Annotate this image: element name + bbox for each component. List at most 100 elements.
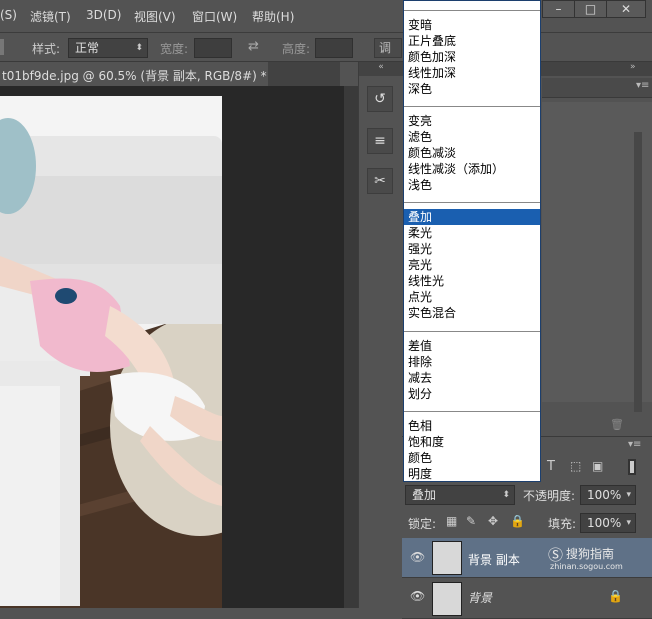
options-divider [0, 39, 4, 55]
blend-separator [404, 411, 540, 412]
blend-option[interactable]: 色相 [404, 418, 540, 434]
blend-option[interactable]: 深色 [404, 81, 540, 97]
layer-row-background-copy[interactable]: 👁 背景 副本 Ⓢ 搜狗指南 zhinan.sogou.com [402, 538, 652, 578]
menu-filter[interactable]: 滤镜(T) [30, 8, 71, 25]
blend-option[interactable]: 排除 [404, 354, 540, 370]
blend-separator [404, 106, 540, 107]
height-field[interactable] [315, 38, 353, 58]
blend-option[interactable]: 滤色 [404, 129, 540, 145]
blend-separator [404, 331, 540, 332]
swap-icon[interactable]: ⇄ [248, 39, 259, 54]
blend-option[interactable]: 浅色 [404, 177, 540, 193]
blend-group-component: 色相 饱和度 颜色 明度 [404, 418, 540, 482]
blend-mode-dropdown: 变暗 正片叠底 颜色加深 线性加深 深色 变亮 滤色 颜色减淡 线性减淡（添加）… [403, 0, 541, 482]
lock-icon: 🔒 [608, 589, 623, 603]
chevron-updown-icon: ⬍ [502, 490, 510, 500]
blend-option[interactable]: 柔光 [404, 225, 540, 241]
canvas-scrollbar[interactable] [344, 86, 358, 608]
style-label: 样式: [32, 42, 61, 56]
blend-separator [404, 202, 540, 203]
panel-menu-icon[interactable]: ▾≡ [636, 80, 649, 91]
opacity-label: 不透明度: [523, 489, 576, 503]
document-tab[interactable]: t01bf9de.jpg @ 60.5% (背景 副本, RGB/8#) * [0, 62, 268, 86]
blend-option-selected[interactable]: 叠加 [404, 209, 540, 225]
blend-option[interactable]: 差值 [404, 338, 540, 354]
width-label: 宽度: [160, 42, 189, 56]
blend-option[interactable]: 变暗 [404, 17, 540, 33]
shape-filter-icon[interactable]: ⬚ [570, 459, 581, 473]
blend-option[interactable]: 颜色加深 [404, 49, 540, 65]
blend-option[interactable]: 点光 [404, 289, 540, 305]
fill-field[interactable]: 100% ▾ [580, 513, 636, 533]
layer-name[interactable]: 背景 副本 [468, 551, 520, 568]
document-tab-title: t01bf9de.jpg @ 60.5% (背景 副本, RGB/8#) * [2, 69, 267, 83]
lock-paint-icon[interactable]: ✎ [466, 514, 476, 528]
minimize-button[interactable]: – [542, 0, 575, 18]
blend-option[interactable]: 亮光 [404, 257, 540, 273]
panel-scrollbar[interactable] [634, 132, 642, 412]
blend-option[interactable]: 线性加深 [404, 65, 540, 81]
watermark: Ⓢ 搜狗指南 zhinan.sogou.com [548, 544, 638, 574]
opacity-field[interactable]: 100% ▾ [580, 485, 636, 505]
blend-group-lighten: 变亮 滤色 颜色减淡 线性减淡（添加） 浅色 [404, 113, 540, 193]
blend-option[interactable]: 颜色 [404, 450, 540, 466]
close-button[interactable]: ✕ [606, 0, 646, 18]
blend-option[interactable]: 颜色减淡 [404, 145, 540, 161]
lock-label: 锁定: [408, 517, 437, 531]
layers-menu-icon[interactable]: ▾≡ [628, 439, 641, 450]
watermark-brand: 搜狗指南 [566, 547, 615, 561]
style-select[interactable]: 正常 ⬍ [68, 38, 148, 58]
watermark-url: zhinan.sogou.com [550, 562, 623, 571]
collapse-right-icon[interactable]: » [630, 62, 636, 72]
chevron-updown-icon: ⬍ [135, 43, 143, 53]
document-image[interactable] [0, 96, 222, 608]
trash-icon[interactable]: 🗑 [610, 418, 624, 431]
menu-select[interactable]: (S) [0, 8, 17, 22]
adjust-edge-button[interactable]: 调 [374, 38, 402, 58]
blend-group-comparative: 差值 排除 减去 划分 [404, 338, 540, 402]
blend-option[interactable]: 线性减淡（添加） [404, 161, 540, 177]
menu-3d[interactable]: 3D(D) [86, 8, 121, 22]
blend-option[interactable]: 划分 [404, 386, 540, 402]
blend-option[interactable]: 实色混合 [404, 305, 540, 321]
options-bar: 样式: 正常 ⬍ 宽度: ⇄ 高度: 调 [0, 32, 652, 62]
blend-option[interactable]: 变亮 [404, 113, 540, 129]
panel-toolstrip: « ↺ ≡ ✂ [358, 62, 403, 608]
smart-object-filter-icon[interactable]: ▣ [592, 459, 603, 473]
layer-row-background[interactable]: 👁 背景 🔒 [402, 579, 652, 619]
tools-icon[interactable]: ✂ [367, 168, 393, 194]
layer-name[interactable]: 背景 [468, 589, 492, 606]
blend-group-darken: 变暗 正片叠底 颜色加深 线性加深 深色 [404, 17, 540, 97]
height-label: 高度: [282, 42, 311, 56]
menu-bar: (S) 滤镜(T) 3D(D) 视图(V) 窗口(W) 帮助(H) – □ ✕ [0, 0, 652, 32]
brush-presets-icon[interactable]: ≡ [367, 128, 393, 154]
blend-mode-select[interactable]: 叠加 ⬍ [405, 485, 515, 505]
text-filter-icon[interactable]: T [547, 459, 555, 474]
lock-position-icon[interactable]: ✥ [488, 514, 498, 528]
lock-all-icon[interactable]: 🔒 [510, 514, 525, 528]
lock-transparent-icon[interactable]: ▦ [446, 514, 457, 528]
menu-view[interactable]: 视图(V) [134, 8, 176, 25]
blend-mode-value: 叠加 [412, 488, 437, 502]
menu-help[interactable]: 帮助(H) [252, 8, 294, 25]
fill-value: 100% [587, 516, 622, 530]
blend-option[interactable]: 明度 [404, 466, 540, 482]
blend-option[interactable]: 线性光 [404, 273, 540, 289]
chevron-down-icon: ▾ [626, 518, 631, 528]
width-field[interactable] [194, 38, 232, 58]
blend-option[interactable]: 正片叠底 [404, 33, 540, 49]
eye-icon[interactable]: 👁 [410, 550, 425, 564]
blend-option[interactable]: 饱和度 [404, 434, 540, 450]
filter-toggle[interactable] [628, 459, 636, 475]
photo-illustration [0, 96, 222, 608]
collapse-arrows-icon[interactable]: « [359, 62, 403, 76]
opacity-value: 100% [587, 488, 622, 502]
blend-option[interactable]: 减去 [404, 370, 540, 386]
eye-icon[interactable]: 👁 [410, 589, 425, 603]
menu-window[interactable]: 窗口(W) [192, 8, 237, 25]
blend-separator [404, 10, 540, 11]
history-icon[interactable]: ↺ [367, 86, 393, 112]
restore-button[interactable]: □ [574, 0, 607, 18]
layer-thumbnail [432, 541, 462, 575]
blend-option[interactable]: 强光 [404, 241, 540, 257]
